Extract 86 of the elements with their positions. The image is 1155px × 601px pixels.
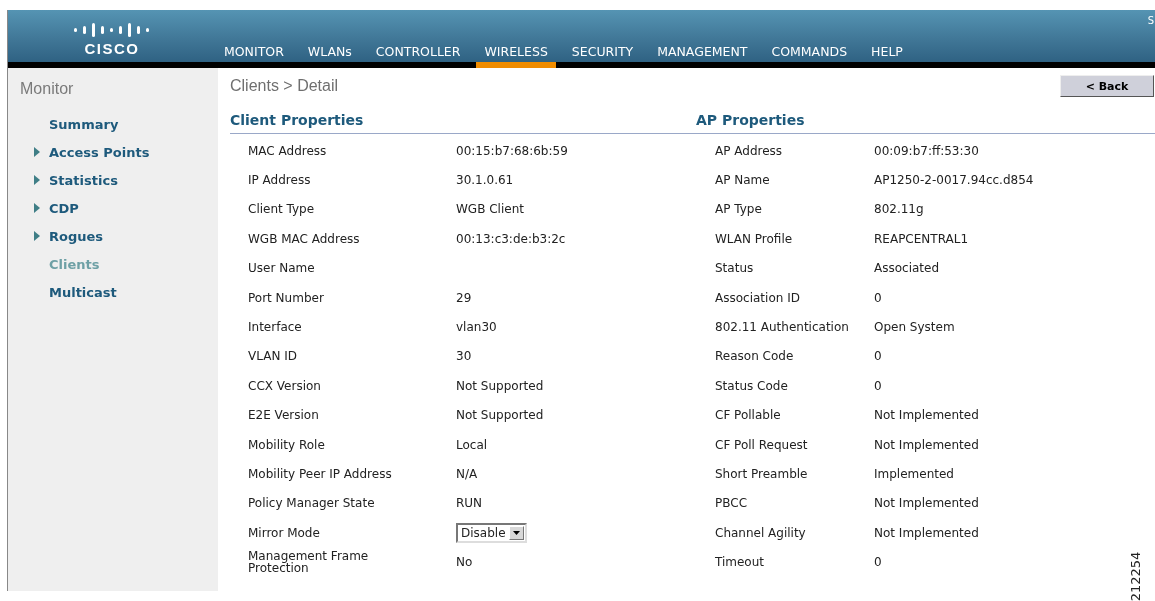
property-value: Associated bbox=[874, 261, 940, 276]
property-value: 0 bbox=[874, 555, 882, 570]
property-label: AP Address bbox=[714, 144, 784, 157]
property-value: Not Supported bbox=[456, 408, 544, 423]
property-label: Status Code bbox=[714, 379, 789, 392]
property-value: RUN bbox=[456, 496, 483, 511]
expand-arrow-icon[interactable] bbox=[34, 231, 40, 241]
property-label: Short Preamble bbox=[714, 468, 809, 480]
property-label: Mobility Peer IP Address bbox=[247, 468, 393, 480]
sidebar-title: Monitor bbox=[19, 79, 75, 98]
property-value: Implemented bbox=[874, 467, 954, 481]
property-value: 30 bbox=[456, 349, 472, 364]
property-value: 29 bbox=[456, 290, 472, 305]
property-label: 802.11 Authentication bbox=[714, 321, 850, 334]
property-label: Policy Manager State bbox=[247, 497, 376, 510]
property-label: User Name bbox=[247, 262, 316, 275]
property-label: Association ID bbox=[714, 291, 801, 304]
sidebar-item[interactable]: Summary bbox=[49, 116, 119, 132]
signal-bars-icon bbox=[72, 21, 152, 37]
property-label: Mirror Mode bbox=[247, 526, 321, 539]
property-label: MAC Address bbox=[247, 144, 328, 157]
header-text: S bbox=[1147, 15, 1154, 26]
property-value: No bbox=[456, 555, 473, 570]
property-value: Not Implemented bbox=[874, 437, 979, 452]
property-value: Not Implemented bbox=[874, 408, 979, 423]
property-label: VLAN ID bbox=[247, 350, 298, 363]
sidebar-item[interactable]: Access Points bbox=[49, 144, 150, 160]
page-title: Clients > Detail bbox=[230, 77, 340, 95]
property-value: 802.11g bbox=[874, 202, 924, 217]
mirror-mode-dropdown[interactable]: Disable bbox=[456, 522, 527, 543]
property-label: Timeout bbox=[714, 556, 766, 569]
property-label: Reason Code bbox=[714, 350, 795, 363]
property-value: WGB Client bbox=[456, 202, 524, 217]
expand-arrow-icon[interactable] bbox=[34, 147, 40, 157]
menu-item[interactable]: COMMANDS bbox=[763, 45, 856, 62]
property-label: WGB MAC Address bbox=[247, 232, 361, 245]
expand-arrow-icon[interactable] bbox=[34, 175, 40, 185]
property-label: PBCC bbox=[714, 497, 748, 510]
property-value: 30.1.0.61 bbox=[456, 173, 514, 188]
property-value: REAPCENTRAL1 bbox=[874, 231, 968, 246]
property-value: Local bbox=[456, 437, 488, 452]
logo-text: CISCO bbox=[84, 41, 140, 56]
menu-item[interactable]: MANAGEMENT bbox=[649, 45, 756, 62]
property-label: AP Type bbox=[714, 203, 763, 216]
figure-number: 212254 bbox=[1128, 551, 1144, 601]
property-value: 00:15:b7:68:6b:59 bbox=[456, 143, 568, 158]
dropdown-arrow-icon[interactable] bbox=[512, 530, 520, 535]
property-label: CF Poll Request bbox=[714, 438, 809, 451]
property-value: 0 bbox=[874, 349, 882, 364]
back-button[interactable]: < Back bbox=[1060, 75, 1154, 97]
sidebar-item[interactable]: Rogues bbox=[49, 228, 104, 244]
property-value: Not Implemented bbox=[874, 496, 979, 511]
menu-item[interactable]: WLANs bbox=[299, 45, 360, 62]
property-value: Not Implemented bbox=[874, 525, 979, 540]
property-value: 00:13:c3:de:b3:2c bbox=[456, 231, 566, 246]
expand-arrow-icon[interactable] bbox=[34, 203, 40, 213]
property-value: vlan30 bbox=[456, 320, 497, 335]
property-value: Open System bbox=[874, 320, 955, 335]
property-label: Management Frame Protection bbox=[247, 550, 370, 575]
property-value: 00:09:b7:ff:53:30 bbox=[874, 143, 979, 158]
property-label: E2E Version bbox=[247, 409, 320, 422]
menu-item[interactable]: SECURITY bbox=[563, 45, 642, 62]
property-label: Interface bbox=[247, 321, 303, 334]
property-label: Client Type bbox=[247, 203, 316, 216]
sidebar-item[interactable]: CDP bbox=[49, 200, 79, 216]
section-title: Client Properties bbox=[230, 110, 696, 134]
property-value: 0 bbox=[874, 290, 882, 305]
property-value: 0 bbox=[874, 378, 882, 393]
property-label: CCX Version bbox=[247, 379, 322, 392]
property-label: CF Pollable bbox=[714, 409, 782, 422]
sidebar-item[interactable]: Multicast bbox=[49, 284, 117, 300]
menu-item[interactable]: HELP bbox=[863, 45, 911, 62]
property-label: Channel Agility bbox=[714, 526, 807, 539]
section-title: AP Properties bbox=[696, 110, 1155, 134]
menu-item[interactable]: MONITOR bbox=[216, 45, 292, 62]
property-value: N/A bbox=[456, 467, 478, 481]
property-label: IP Address bbox=[247, 174, 312, 187]
sidebar-item[interactable]: Statistics bbox=[49, 172, 118, 188]
property-label: WLAN Profile bbox=[714, 232, 794, 245]
property-label: Mobility Role bbox=[247, 438, 326, 451]
property-label: AP Name bbox=[714, 174, 771, 187]
menu-item[interactable]: CONTROLLER bbox=[367, 45, 469, 62]
property-label: Status bbox=[714, 262, 755, 275]
property-value: Not Supported bbox=[456, 378, 544, 393]
property-value: AP1250-2-0017.94cc.d854 bbox=[874, 173, 1034, 188]
property-label: Port Number bbox=[247, 291, 325, 304]
